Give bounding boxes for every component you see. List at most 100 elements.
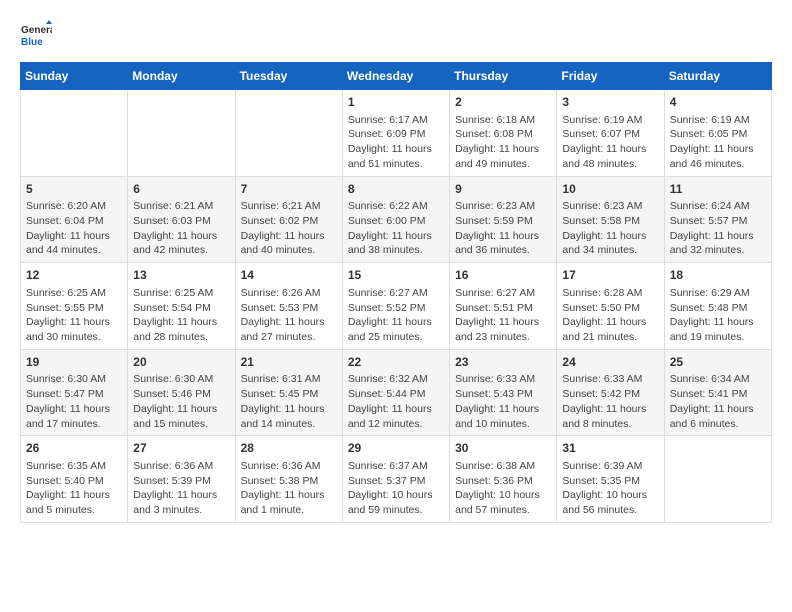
- day-number: 18: [670, 267, 766, 284]
- calendar-cell: 16 Sunrise: 6:27 AMSunset: 5:51 PMDayligh…: [450, 263, 557, 350]
- calendar-cell: 2Sunrise: 6:18 AMSunset: 6:08 PMDaylight…: [450, 90, 557, 177]
- calendar-week-row: 1Sunrise: 6:17 AMSunset: 6:09 PMDaylight…: [21, 90, 772, 177]
- day-number: 21: [241, 354, 337, 371]
- day-info: Sunrise: 6:37 AMSunset: 5:37 PMDaylight:…: [348, 459, 444, 518]
- calendar-cell: 9Sunrise: 6:23 AMSunset: 5:59 PMDaylight…: [450, 176, 557, 263]
- day-info: Sunrise: 6:20 AMSunset: 6:04 PMDaylight:…: [26, 199, 122, 258]
- day-number: 2: [455, 94, 551, 111]
- calendar-cell: 26Sunrise: 6:35 AMSunset: 5:40 PMDayligh…: [21, 436, 128, 523]
- day-info: Sunrise: 6:39 AMSunset: 5:35 PMDaylight:…: [562, 459, 658, 518]
- calendar-cell: 28 Sunrise: 6:36 AMSunset: 5:38 PMDayligh…: [235, 436, 342, 523]
- day-number: 24: [562, 354, 658, 371]
- day-number: 29: [348, 440, 444, 457]
- logo: General Blue: [20, 20, 52, 52]
- weekday-header-wednesday: Wednesday: [342, 63, 449, 90]
- calendar-cell: 17 Sunrise: 6:28 AMSunset: 5:50 PMDayligh…: [557, 263, 664, 350]
- day-info: Sunrise: 6:30 AMSunset: 5:47 PMDaylight:…: [26, 372, 122, 431]
- day-number: 30: [455, 440, 551, 457]
- calendar-cell: 6Sunrise: 6:21 AMSunset: 6:03 PMDaylight…: [128, 176, 235, 263]
- day-info: Sunrise: 6:38 AMSunset: 5:36 PMDaylight:…: [455, 459, 551, 518]
- day-number: 3: [562, 94, 658, 111]
- weekday-header-tuesday: Tuesday: [235, 63, 342, 90]
- day-number: 26: [26, 440, 122, 457]
- day-info: Sunrise: 6:27 AMSunset: 5:51 PMDaylight:…: [455, 286, 551, 345]
- day-number: 16: [455, 267, 551, 284]
- calendar-cell: 21Sunrise: 6:31 AMSunset: 5:45 PMDayligh…: [235, 349, 342, 436]
- day-number: 1: [348, 94, 444, 111]
- calendar-cell: 30 Sunrise: 6:38 AMSunset: 5:36 PMDayligh…: [450, 436, 557, 523]
- weekday-header-friday: Friday: [557, 63, 664, 90]
- day-info: Sunrise: 6:26 AMSunset: 5:53 PMDaylight:…: [241, 286, 337, 345]
- day-info: Sunrise: 6:25 AMSunset: 5:55 PMDaylight:…: [26, 286, 122, 345]
- day-number: 25: [670, 354, 766, 371]
- calendar-cell: 11Sunrise: 6:24 AMSunset: 5:57 PMDayligh…: [664, 176, 771, 263]
- calendar-cell: [664, 436, 771, 523]
- day-number: 8: [348, 181, 444, 198]
- weekday-header-thursday: Thursday: [450, 63, 557, 90]
- day-number: 14: [241, 267, 337, 284]
- day-info: Sunrise: 6:19 AMSunset: 6:07 PMDaylight:…: [562, 113, 658, 172]
- calendar-week-row: 19Sunrise: 6:30 AMSunset: 5:47 PMDayligh…: [21, 349, 772, 436]
- day-number: 5: [26, 181, 122, 198]
- calendar-cell: [21, 90, 128, 177]
- day-info: Sunrise: 6:36 AMSunset: 5:39 PMDaylight:…: [133, 459, 229, 518]
- calendar-cell: 15 Sunrise: 6:27 AMSunset: 5:52 PMDayligh…: [342, 263, 449, 350]
- day-info: Sunrise: 6:19 AMSunset: 6:05 PMDaylight:…: [670, 113, 766, 172]
- day-number: 19: [26, 354, 122, 371]
- weekday-header-sunday: Sunday: [21, 63, 128, 90]
- calendar-cell: 23Sunrise: 6:33 AMSunset: 5:43 PMDayligh…: [450, 349, 557, 436]
- calendar-cell: 10Sunrise: 6:23 AMSunset: 5:58 PMDayligh…: [557, 176, 664, 263]
- calendar-cell: 1Sunrise: 6:17 AMSunset: 6:09 PMDaylight…: [342, 90, 449, 177]
- day-info: Sunrise: 6:30 AMSunset: 5:46 PMDaylight:…: [133, 372, 229, 431]
- calendar-cell: 3 Sunrise: 6:19 AMSunset: 6:07 PMDaylight…: [557, 90, 664, 177]
- day-info: Sunrise: 6:28 AMSunset: 5:50 PMDaylight:…: [562, 286, 658, 345]
- calendar-cell: 5Sunrise: 6:20 AMSunset: 6:04 PMDaylight…: [21, 176, 128, 263]
- day-info: Sunrise: 6:36 AMSunset: 5:38 PMDaylight:…: [241, 459, 337, 518]
- calendar-cell: [235, 90, 342, 177]
- day-number: 13: [133, 267, 229, 284]
- calendar-cell: [128, 90, 235, 177]
- day-info: Sunrise: 6:24 AMSunset: 5:57 PMDaylight:…: [670, 199, 766, 258]
- calendar-cell: 25Sunrise: 6:34 AMSunset: 5:41 PMDayligh…: [664, 349, 771, 436]
- weekday-header-saturday: Saturday: [664, 63, 771, 90]
- day-number: 6: [133, 181, 229, 198]
- page-header: General Blue: [20, 20, 772, 52]
- calendar-cell: 12 Sunrise: 6:25 AMSunset: 5:55 PMDayligh…: [21, 263, 128, 350]
- calendar-cell: 22Sunrise: 6:32 AMSunset: 5:44 PMDayligh…: [342, 349, 449, 436]
- day-number: 15: [348, 267, 444, 284]
- day-number: 7: [241, 181, 337, 198]
- svg-text:General: General: [21, 25, 52, 36]
- day-info: Sunrise: 6:25 AMSunset: 5:54 PMDaylight:…: [133, 286, 229, 345]
- day-info: Sunrise: 6:21 AMSunset: 6:02 PMDaylight:…: [241, 199, 337, 258]
- calendar-cell: 8Sunrise: 6:22 AMSunset: 6:00 PMDaylight…: [342, 176, 449, 263]
- calendar-week-row: 5Sunrise: 6:20 AMSunset: 6:04 PMDaylight…: [21, 176, 772, 263]
- day-number: 4: [670, 94, 766, 111]
- calendar-cell: 14 Sunrise: 6:26 AMSunset: 5:53 PMDayligh…: [235, 263, 342, 350]
- day-info: Sunrise: 6:22 AMSunset: 6:00 PMDaylight:…: [348, 199, 444, 258]
- logo-svg: General Blue: [20, 20, 52, 52]
- day-info: Sunrise: 6:27 AMSunset: 5:52 PMDaylight:…: [348, 286, 444, 345]
- calendar-cell: 20Sunrise: 6:30 AMSunset: 5:46 PMDayligh…: [128, 349, 235, 436]
- calendar-cell: 19Sunrise: 6:30 AMSunset: 5:47 PMDayligh…: [21, 349, 128, 436]
- calendar-week-row: 12 Sunrise: 6:25 AMSunset: 5:55 PMDayligh…: [21, 263, 772, 350]
- day-info: Sunrise: 6:33 AMSunset: 5:43 PMDaylight:…: [455, 372, 551, 431]
- day-number: 27: [133, 440, 229, 457]
- day-number: 28: [241, 440, 337, 457]
- day-number: 17: [562, 267, 658, 284]
- calendar-week-row: 26Sunrise: 6:35 AMSunset: 5:40 PMDayligh…: [21, 436, 772, 523]
- calendar-cell: 7Sunrise: 6:21 AMSunset: 6:02 PMDaylight…: [235, 176, 342, 263]
- svg-text:Blue: Blue: [21, 37, 43, 48]
- weekday-header-row: SundayMondayTuesdayWednesdayThursdayFrid…: [21, 63, 772, 90]
- day-info: Sunrise: 6:33 AMSunset: 5:42 PMDaylight:…: [562, 372, 658, 431]
- day-number: 23: [455, 354, 551, 371]
- calendar-cell: 18Sunrise: 6:29 AMSunset: 5:48 PMDayligh…: [664, 263, 771, 350]
- calendar-cell: 27 Sunrise: 6:36 AMSunset: 5:39 PMDayligh…: [128, 436, 235, 523]
- day-number: 12: [26, 267, 122, 284]
- day-number: 22: [348, 354, 444, 371]
- day-info: Sunrise: 6:32 AMSunset: 5:44 PMDaylight:…: [348, 372, 444, 431]
- calendar-cell: 4 Sunrise: 6:19 AMSunset: 6:05 PMDaylight…: [664, 90, 771, 177]
- day-info: Sunrise: 6:34 AMSunset: 5:41 PMDaylight:…: [670, 372, 766, 431]
- day-number: 31: [562, 440, 658, 457]
- day-info: Sunrise: 6:31 AMSunset: 5:45 PMDaylight:…: [241, 372, 337, 431]
- calendar-cell: 31 Sunrise: 6:39 AMSunset: 5:35 PMDayligh…: [557, 436, 664, 523]
